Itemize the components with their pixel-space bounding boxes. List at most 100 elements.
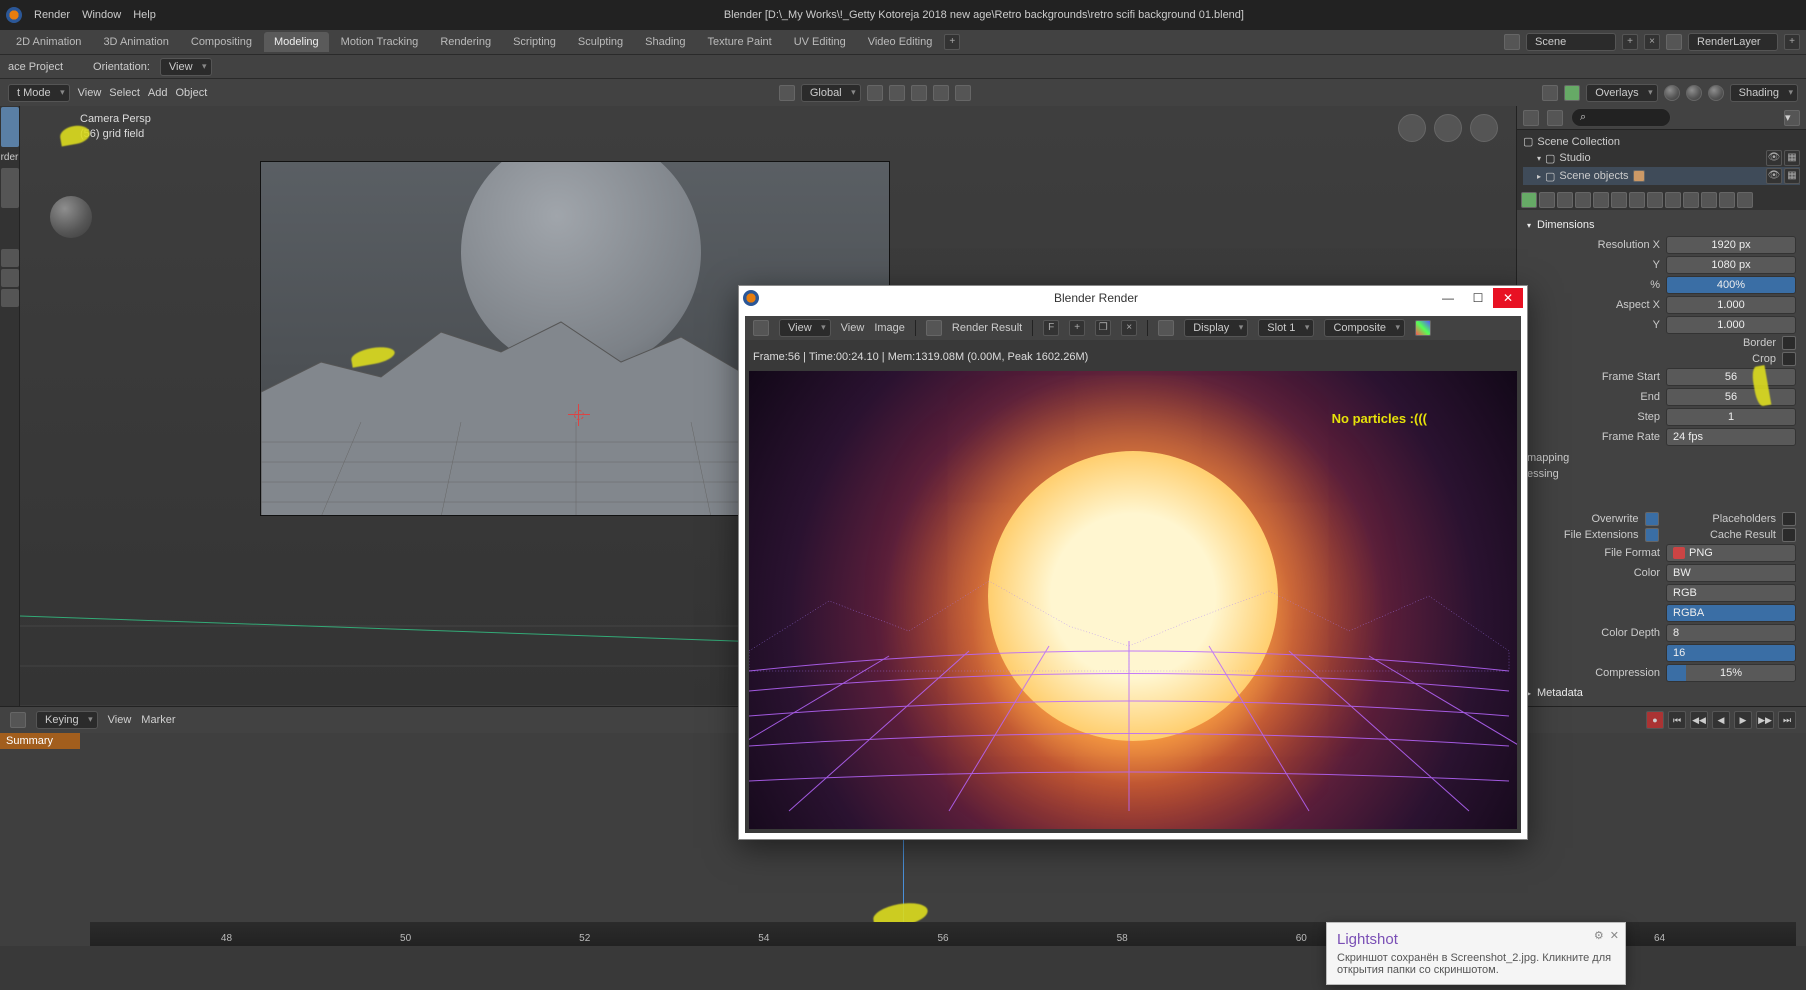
add-button[interactable]: + xyxy=(1069,320,1085,336)
image-editor-icon[interactable] xyxy=(753,320,769,336)
proptab-data-icon[interactable] xyxy=(1701,192,1717,208)
f-button[interactable]: F xyxy=(1043,320,1059,336)
snap-icon[interactable] xyxy=(867,85,883,101)
proptab-viewlayer-icon[interactable] xyxy=(1557,192,1573,208)
outliner[interactable]: ▢ Scene Collection ▾ ▢ Studio 👁 ▦ ▸ ▢ Sc… xyxy=(1517,130,1806,190)
depth-8-button[interactable]: 8 xyxy=(1666,624,1796,642)
render-titlebar[interactable]: Blender Render — ☐ ✕ xyxy=(739,286,1527,310)
render-view2-menu[interactable]: View xyxy=(841,322,865,334)
play-rev-button[interactable]: ◀ xyxy=(1712,711,1730,729)
ws-tab[interactable]: Compositing xyxy=(181,32,262,52)
res-y-field[interactable]: 1080 px xyxy=(1666,256,1796,274)
next-key-button[interactable]: ▶▶ xyxy=(1756,711,1774,729)
timeline-marker-menu[interactable]: Marker xyxy=(141,714,175,726)
outliner-root[interactable]: ▢ Scene Collection xyxy=(1523,134,1800,149)
render-icon[interactable]: ▦ xyxy=(1784,150,1800,166)
lightshot-toast[interactable]: ⚙ ✕ Lightshot Скриншот сохранён в Screen… xyxy=(1326,922,1626,985)
timeline-editor-icon[interactable] xyxy=(10,712,26,728)
ws-tab[interactable]: Shading xyxy=(635,32,695,52)
menu-window[interactable]: Window xyxy=(82,9,121,21)
proptab-output-icon[interactable] xyxy=(1539,192,1555,208)
orientation-icon[interactable] xyxy=(779,85,795,101)
orientation-dropdown[interactable]: View xyxy=(160,58,212,76)
color-bw-button[interactable]: BW xyxy=(1666,564,1796,582)
frame-step-field[interactable]: 1 xyxy=(1666,408,1796,426)
summary-channel[interactable]: Summary xyxy=(0,733,80,749)
frame-start-field[interactable]: 56 xyxy=(1666,368,1796,386)
slot-dropdown[interactable]: Slot 1 xyxy=(1258,319,1314,337)
placeholders-checkbox[interactable] xyxy=(1782,512,1796,526)
layer-field[interactable]: RenderLayer xyxy=(1688,33,1778,51)
frame-rate-field[interactable]: 24 fps xyxy=(1666,428,1796,446)
chevron-down-icon[interactable]: ▾ xyxy=(1537,154,1541,163)
proptab-physics-icon[interactable] xyxy=(1665,192,1681,208)
shading-dropdown[interactable]: Shading xyxy=(1730,84,1798,102)
render-icon[interactable]: ▦ xyxy=(1784,168,1800,184)
chevron-right-icon[interactable]: ▸ xyxy=(1537,172,1541,181)
eye-icon[interactable]: 👁 xyxy=(1766,150,1782,166)
tool-button[interactable] xyxy=(1,269,19,287)
res-x-field[interactable]: 1920 px xyxy=(1666,236,1796,254)
propedit-type-icon[interactable] xyxy=(933,85,949,101)
add-workspace-button[interactable]: + xyxy=(944,34,960,50)
ws-tab[interactable]: 3D Animation xyxy=(93,32,178,52)
cacheres-checkbox[interactable] xyxy=(1782,528,1796,542)
render-result-field[interactable]: Render Result xyxy=(952,322,1022,334)
border-checkbox[interactable] xyxy=(1782,336,1796,350)
outliner-editor-icon[interactable] xyxy=(1523,110,1539,126)
autokey-button[interactable]: ● xyxy=(1646,711,1664,729)
fileext-checkbox[interactable] xyxy=(1645,528,1659,542)
scene-icon[interactable] xyxy=(1504,34,1520,50)
render-view1-menu[interactable]: View xyxy=(779,319,831,337)
jump-start-button[interactable]: ⏮ xyxy=(1668,711,1686,729)
global-dropdown[interactable]: Global xyxy=(801,84,861,102)
tool-button[interactable] xyxy=(1,168,19,208)
panel-metadata[interactable]: ▸Metadata xyxy=(1527,684,1796,702)
timeline-view-menu[interactable]: View xyxy=(108,714,132,726)
close-icon[interactable]: ✕ xyxy=(1610,929,1619,942)
overlay-toggle-icon[interactable] xyxy=(1564,85,1580,101)
jump-end-button[interactable]: ⏭ xyxy=(1778,711,1796,729)
proptab-modifier-icon[interactable] xyxy=(1629,192,1645,208)
minimize-button[interactable]: — xyxy=(1433,288,1463,308)
maximize-button[interactable]: ☐ xyxy=(1463,288,1493,308)
panel-dimensions[interactable]: ▾Dimensions xyxy=(1527,216,1796,234)
display-dropdown[interactable]: Display xyxy=(1184,319,1248,337)
scene-del-button[interactable]: × xyxy=(1644,34,1660,50)
render-image-menu[interactable]: Image xyxy=(874,322,905,334)
proptab-material-icon[interactable] xyxy=(1719,192,1735,208)
properties-panel[interactable]: ▾Dimensions Resolution X1920 px Y1080 px… xyxy=(1517,210,1806,706)
ws-tab[interactable]: Sculpting xyxy=(568,32,633,52)
nav-gizmo-icon[interactable] xyxy=(1434,114,1462,142)
view-menu[interactable]: View xyxy=(78,87,102,99)
menu-help[interactable]: Help xyxy=(133,9,156,21)
proptab-scene-icon[interactable] xyxy=(1575,192,1591,208)
ws-tab-active[interactable]: Modeling xyxy=(264,32,329,52)
outliner-filter-button[interactable]: ▾ xyxy=(1784,110,1800,126)
select-menu[interactable]: Select xyxy=(109,87,140,99)
proptab-render-icon[interactable] xyxy=(1521,192,1537,208)
add-menu[interactable]: Add xyxy=(148,87,168,99)
aspect-y-field[interactable]: 1.000 xyxy=(1666,316,1796,334)
pivot-icon[interactable] xyxy=(955,85,971,101)
aspect-x-field[interactable]: 1.000 xyxy=(1666,296,1796,314)
ws-tab[interactable]: 2D Animation xyxy=(6,32,91,52)
layer-dropdown[interactable]: Composite xyxy=(1324,319,1405,337)
ws-tab[interactable]: Video Editing xyxy=(858,32,943,52)
proptab-constraint-icon[interactable] xyxy=(1683,192,1699,208)
crop-checkbox[interactable] xyxy=(1782,352,1796,366)
ws-tab[interactable]: Motion Tracking xyxy=(331,32,429,52)
layer-add-button[interactable]: + xyxy=(1784,34,1800,50)
menu-render[interactable]: Render xyxy=(34,9,70,21)
shading-solid-icon[interactable] xyxy=(1686,85,1702,101)
nav-gizmo-icon[interactable] xyxy=(1398,114,1426,142)
panel-stereoscopy[interactable]: ▸Stereoscopy xyxy=(1527,702,1796,706)
nav-gizmo-icon[interactable] xyxy=(1470,114,1498,142)
display-channels-icon[interactable] xyxy=(1158,320,1174,336)
outliner-search[interactable]: ⌕ xyxy=(1571,108,1671,127)
shading-matprev-icon[interactable] xyxy=(1708,85,1724,101)
tool-button[interactable] xyxy=(1,289,19,307)
proptab-object-icon[interactable] xyxy=(1611,192,1627,208)
ws-tab[interactable]: UV Editing xyxy=(784,32,856,52)
object-menu[interactable]: Object xyxy=(175,87,207,99)
